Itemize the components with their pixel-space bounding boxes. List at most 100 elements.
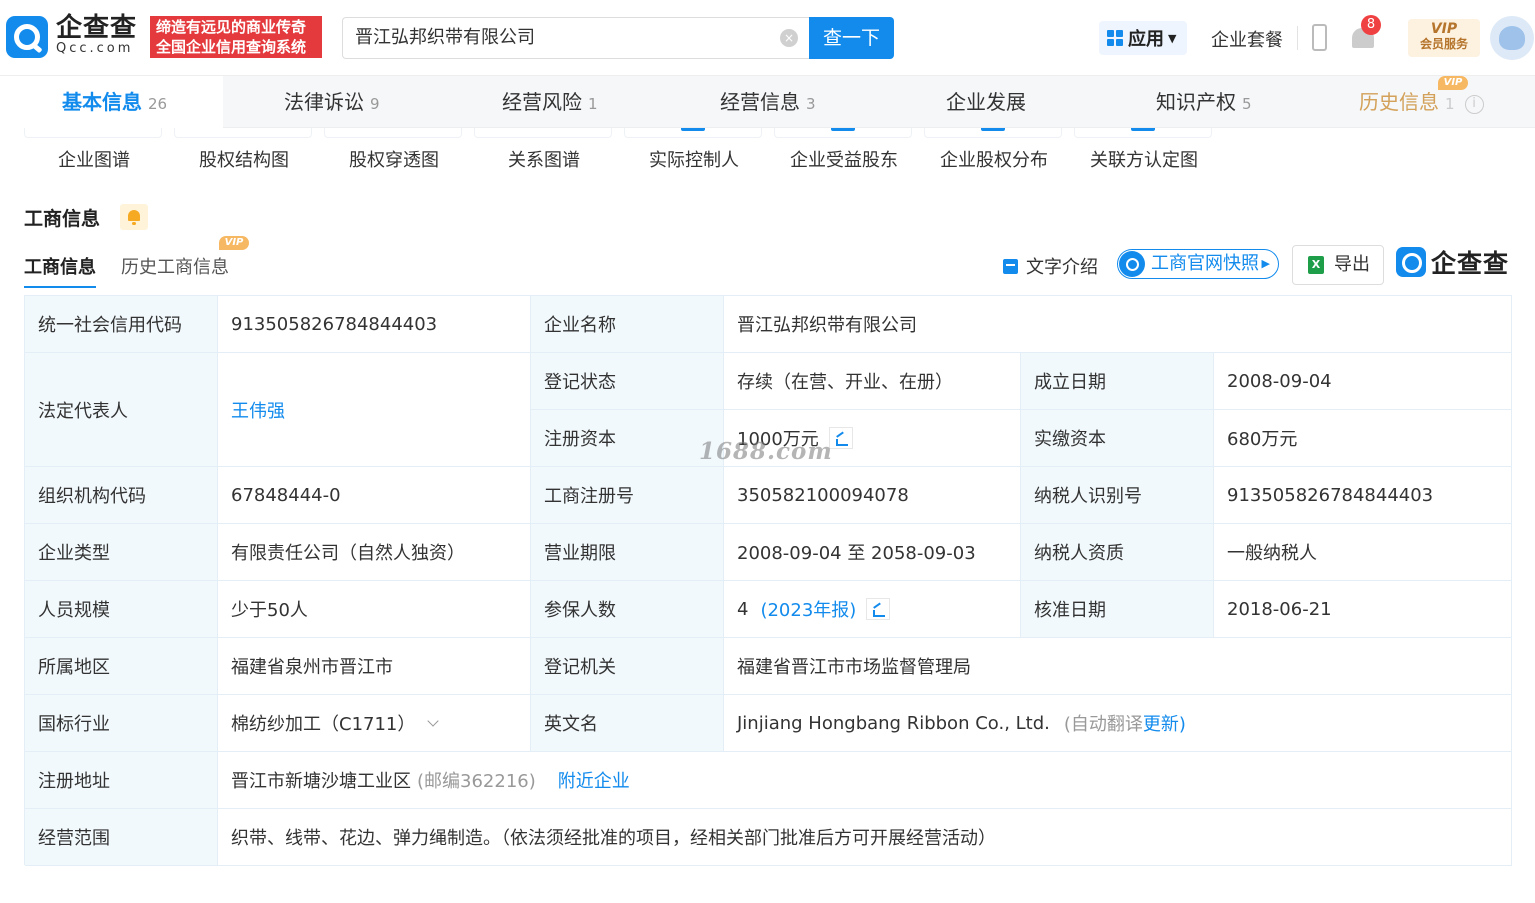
label-company-name: 企业名称 xyxy=(531,296,724,353)
value-english-name: Jinjiang Hongbang Ribbon Co., Ltd. xyxy=(737,712,1050,734)
shortcut-label: 实际控制人 xyxy=(649,150,739,171)
excel-icon: X xyxy=(1308,256,1324,274)
value-industry: 棉纺纱加工（C1711） xyxy=(231,714,416,735)
shortcut-related-party[interactable]: 关联方认定图 xyxy=(1074,128,1214,176)
shortcut-equity-structure[interactable]: 股权结构图 xyxy=(174,128,314,176)
shortcut-equity-distribution[interactable]: 企业股权分布 xyxy=(924,128,1064,176)
tab-count: 1 xyxy=(1445,95,1455,113)
apps-label: 应用 xyxy=(1128,29,1164,50)
official-snapshot-button[interactable]: 工商官网快照 ▶ xyxy=(1117,249,1279,279)
enterprise-package-link[interactable]: 企业套餐 xyxy=(1211,26,1283,52)
value-approved-date: 2018-06-21 xyxy=(1214,581,1512,638)
document-icon xyxy=(1003,259,1018,274)
tab-count: 26 xyxy=(148,95,168,113)
qcc-logo-icon[interactable] xyxy=(6,16,48,58)
annual-report-link[interactable]: (2023年报) xyxy=(760,596,856,622)
section-title: 工商信息 xyxy=(24,208,101,230)
vip-tag: VIP xyxy=(1438,76,1468,90)
value-insured-cell: 4 (2023年报) xyxy=(724,581,1021,638)
value-address: 晋江市新塘沙塘工业区 xyxy=(231,771,411,792)
tab-label: 经营风险 xyxy=(502,90,582,114)
slogan-line-2: 全国企业信用查询系统 xyxy=(156,38,307,56)
qcc-mark-text: 企查查 xyxy=(1431,249,1510,278)
shortcut-equity-penetration[interactable]: 股权穿透图 xyxy=(324,128,464,176)
info-icon[interactable]: i xyxy=(1464,95,1484,114)
value-authority: 福建省晋江市市场监督管理局 xyxy=(724,638,1512,695)
vip-label: VIP xyxy=(1430,21,1458,37)
tab-operation[interactable]: 经营信息 3 xyxy=(720,76,816,128)
label-business-term: 营业期限 xyxy=(531,524,724,581)
shortcut-label: 关联方认定图 xyxy=(1090,150,1198,171)
update-link[interactable]: 更新) xyxy=(1143,710,1186,736)
text-intro-label: 文字介绍 xyxy=(1026,257,1098,278)
value-region: 福建省泉州市晋江市 xyxy=(218,638,531,695)
value-org-code: 67848444-0 xyxy=(218,467,531,524)
brand-name: 企查查 xyxy=(56,13,138,43)
value-english-name-cell: Jinjiang Hongbang Ribbon Co., Ltd. (自动翻译更… xyxy=(724,695,1512,752)
value-status: 存续（在营、开业、在册） xyxy=(724,353,1021,410)
export-button[interactable]: X 导出 xyxy=(1292,245,1384,285)
tab-label: 企业发展 xyxy=(946,90,1026,114)
nearby-companies-link[interactable]: 附近企业 xyxy=(558,767,630,793)
brand[interactable]: 企查查 Qcc.com xyxy=(56,14,137,56)
label-staff-size: 人员规模 xyxy=(25,581,218,638)
tab-legal[interactable]: 法律诉讼 9 xyxy=(284,76,380,128)
tab-label: 基本信息 xyxy=(62,90,142,114)
value-paid-capital: 680万元 xyxy=(1214,410,1512,467)
label-company-type: 企业类型 xyxy=(25,524,218,581)
search-button[interactable]: 查一下 xyxy=(809,17,894,59)
tab-development[interactable]: 企业发展 xyxy=(946,76,1026,128)
shortcut-enterprise-graph[interactable]: 企业图谱 xyxy=(24,128,164,176)
value-legal-rep-cell: 王伟强 xyxy=(218,353,531,467)
text-intro-button[interactable]: 文字介绍 xyxy=(1003,253,1098,279)
shortcut-label: 企业受益股东 xyxy=(790,150,898,171)
label-reg-no: 工商注册号 xyxy=(531,467,724,524)
subtab-history-business-info[interactable]: 历史工商信息 xyxy=(121,253,229,279)
shortcut-beneficiary[interactable]: 企业受益股东 xyxy=(774,128,914,176)
value-company-type: 有限责任公司（自然人独资） xyxy=(218,524,531,581)
shortcut-relation-graph[interactable]: 关系图谱 xyxy=(474,128,614,176)
label-region: 所属地区 xyxy=(25,638,218,695)
mobile-app-icon[interactable] xyxy=(1312,24,1327,51)
value-taxpayer-id: 913505826784844403 xyxy=(1214,467,1512,524)
value-company-name: 晋江弘邦织带有限公司 xyxy=(724,296,1512,353)
label-business-scope: 经营范围 xyxy=(25,809,218,866)
trend-chart-icon[interactable] xyxy=(866,598,891,620)
chevron-down-icon[interactable] xyxy=(427,714,440,727)
tab-risk[interactable]: 经营风险 1 xyxy=(502,76,598,128)
apps-grid-icon xyxy=(1107,30,1123,46)
label-taxpayer-qual: 纳税人资质 xyxy=(1021,524,1214,581)
tab-label: 经营信息 xyxy=(720,90,800,114)
snapshot-label: 工商官网快照 xyxy=(1151,253,1259,274)
label-industry: 国标行业 xyxy=(25,695,218,752)
value-taxpayer-qual: 一般纳税人 xyxy=(1214,524,1512,581)
tab-count: 5 xyxy=(1242,95,1252,113)
qcc-watermark-logo: 企查查 xyxy=(1396,246,1509,278)
tab-label: 法律诉讼 xyxy=(284,90,364,114)
label-authority: 登记机关 xyxy=(531,638,724,695)
value-business-scope: 织带、线带、花边、弹力绳制造。（依法须经批准的项目，经相关部门批准后方可开展经营… xyxy=(218,809,1512,866)
business-info-table: 统一社会信用代码 913505826784844403 企业名称 晋江弘邦织带有… xyxy=(24,295,1512,866)
shortcut-actual-controller[interactable]: 实际控制人 xyxy=(624,128,764,176)
vip-service-button[interactable]: VIP 会员服务 xyxy=(1408,19,1480,57)
tab-label: 知识产权 xyxy=(1156,90,1236,114)
search-input[interactable]: 晋江弘邦织带有限公司 xyxy=(342,17,809,59)
subtab-business-info[interactable]: 工商信息 xyxy=(24,253,96,288)
vip-tag: VIP xyxy=(219,236,249,250)
avatar[interactable] xyxy=(1490,16,1534,60)
legal-rep-link[interactable]: 王伟强 xyxy=(231,397,285,423)
tab-basic-info[interactable]: 基本信息 26 xyxy=(6,76,223,128)
tab-ip[interactable]: 知识产权 5 xyxy=(1156,76,1252,128)
value-credit-code: 913505826784844403 xyxy=(218,296,531,353)
shortcut-label: 企业图谱 xyxy=(58,150,130,171)
clear-icon[interactable]: × xyxy=(780,29,798,47)
shortcut-label: 关系图谱 xyxy=(508,150,580,171)
value-insured: 4 xyxy=(737,598,749,620)
label-paid-capital: 实缴资本 xyxy=(1021,410,1214,467)
label-address: 注册地址 xyxy=(25,752,218,809)
bell-icon[interactable] xyxy=(120,204,148,230)
apps-menu-button[interactable]: 应用 ▼ xyxy=(1099,21,1187,55)
shortcut-label: 股权结构图 xyxy=(199,150,289,171)
slogan-banner: 缔造有远见的商业传奇 全国企业信用查询系统 xyxy=(150,16,322,58)
divider xyxy=(1297,26,1298,50)
